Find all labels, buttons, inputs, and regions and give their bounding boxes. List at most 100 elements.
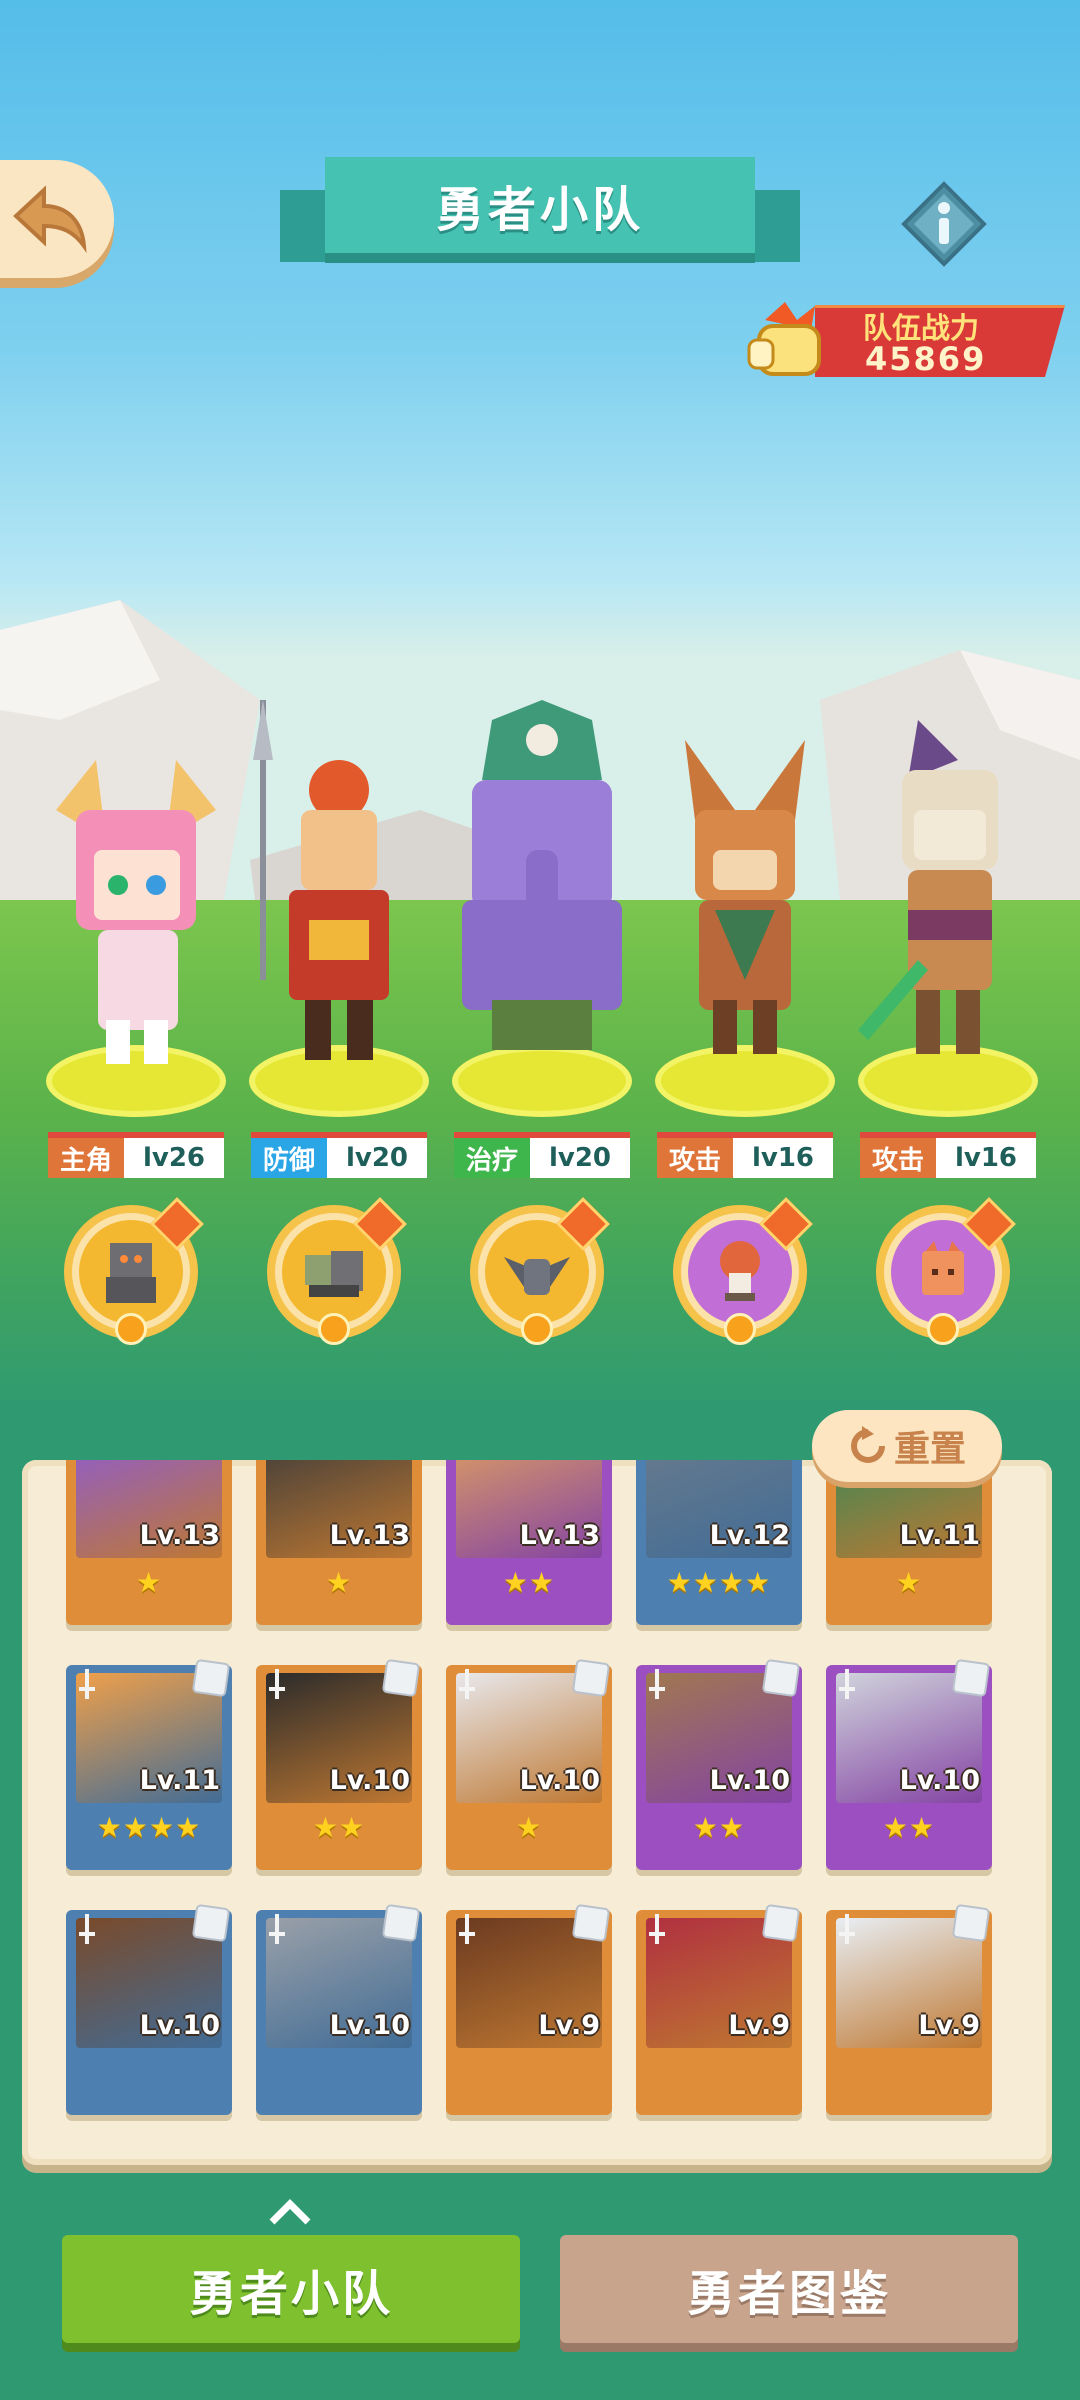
hammer-icon: [761, 1903, 801, 1943]
hero-card-level: Lv.9: [538, 2010, 600, 2041]
hero-card-level: Lv.10: [519, 1765, 600, 1796]
pet-slot-4[interactable]: [673, 1197, 813, 1345]
sword-icon: [76, 1669, 98, 1699]
hero-card[interactable]: Lv.10 ★: [446, 1658, 612, 1870]
hero-card-stars: ★: [325, 1566, 353, 1599]
hero-card[interactable]: Lv.13 ★: [256, 1460, 422, 1625]
reset-label: 重置: [893, 1429, 966, 1470]
sword-icon: [266, 1669, 288, 1699]
hero-level: lv16: [936, 1138, 1036, 1178]
chevron-up-icon: [269, 2199, 311, 2225]
sword-icon: [456, 1669, 478, 1699]
hero-card-level: Lv.13: [139, 1520, 220, 1551]
monkey-warrior-hero: [253, 700, 389, 1060]
hero-level: lv20: [327, 1138, 427, 1178]
hero-role: 主角: [48, 1138, 124, 1178]
hero-card[interactable]: Lv.11 ★★★★: [66, 1658, 232, 1870]
page-title: 勇者小队: [435, 182, 644, 238]
hero-card-level: Lv.11: [139, 1765, 220, 1796]
hero-card-stars: ★: [895, 1566, 923, 1599]
hero-level: lv16: [733, 1138, 833, 1178]
hero-slot-2[interactable]: 防御 lv20: [249, 700, 429, 1180]
title-banner: 勇者小队: [280, 157, 800, 277]
hammer-icon: [191, 1658, 231, 1698]
hero-slot-3[interactable]: 治疗 lv20: [452, 700, 632, 1180]
level-up-arrow-icon: [318, 1313, 350, 1345]
hero-card-level: Lv.10: [139, 2010, 220, 2041]
pet-slot-1[interactable]: [64, 1197, 204, 1345]
hero-role-tag: 防御 lv20: [251, 1132, 427, 1178]
hero-role-tag: 主角 lv26: [48, 1132, 224, 1178]
level-up-arrow-icon: [115, 1313, 147, 1345]
hero-roster-grid: Lv.13 ★ Lv.13 ★ Lv.13 ★★ Lv.12 ★★★★ Lv.11 ★ Lv.11 ★…: [22, 1460, 1052, 2165]
sword-icon: [76, 1914, 98, 1944]
hero-card-stars: ★: [135, 1566, 163, 1599]
hammer-icon: [761, 1658, 801, 1698]
hero-role: 治疗: [454, 1138, 530, 1178]
hero-card[interactable]: Lv.13 ★: [66, 1460, 232, 1625]
lynx-warrior-hero: [858, 720, 998, 1054]
hero-card[interactable]: Lv.12 ★★★★: [636, 1460, 802, 1625]
hero-card-level: Lv.10: [899, 1765, 980, 1796]
sword-icon: [266, 1914, 288, 1944]
level-up-arrow-icon: [927, 1313, 959, 1345]
hero-slot-5[interactable]: 攻击 lv16: [858, 700, 1038, 1180]
hero-level: lv20: [530, 1138, 630, 1178]
fist-power-icon: [747, 302, 821, 376]
info-button[interactable]: [900, 180, 988, 268]
hero-card-stars: ★★★★: [666, 1566, 772, 1599]
hero-role: 攻击: [860, 1138, 936, 1178]
hammer-icon: [191, 1903, 231, 1943]
hero-card[interactable]: Lv.10: [256, 1903, 422, 2115]
hero-card-level: Lv.10: [329, 1765, 410, 1796]
hero-card[interactable]: Lv.10: [66, 1903, 232, 2115]
hero-card-stars: ★★: [502, 1566, 556, 1599]
hero-card-level: Lv.11: [899, 1520, 980, 1551]
hero-role-tag: 攻击 lv16: [657, 1132, 833, 1178]
hero-slot-1[interactable]: 主角 lv26: [46, 700, 226, 1180]
hero-card[interactable]: Lv.11 ★: [826, 1460, 992, 1625]
hammer-icon: [381, 1658, 421, 1698]
elephant-shaman-hero: [462, 700, 622, 1050]
fox-archer-hero: [685, 740, 805, 1054]
pet-slot-3[interactable]: [470, 1197, 610, 1345]
pet-slot-5[interactable]: [876, 1197, 1016, 1345]
hero-role: 防御: [251, 1138, 327, 1178]
hero-card-level: Lv.9: [728, 2010, 790, 2041]
info-icon: [901, 181, 987, 267]
pet-slot-2[interactable]: [267, 1197, 407, 1345]
hero-card[interactable]: Lv.10 ★★: [826, 1658, 992, 1870]
hero-card[interactable]: Lv.9: [446, 1903, 612, 2115]
hero-card[interactable]: Lv.10 ★★: [256, 1658, 422, 1870]
hammer-icon: [951, 1658, 991, 1698]
back-button[interactable]: [0, 160, 114, 278]
hero-role-tag: 攻击 lv16: [860, 1132, 1036, 1178]
hero-card[interactable]: Lv.9: [636, 1903, 802, 2115]
hero-card-stars: ★: [515, 1811, 543, 1844]
hero-card-stars: ★★★★: [96, 1811, 202, 1844]
tab-hero-codex[interactable]: 勇者图鉴: [560, 2235, 1018, 2343]
team-power-panel: 队伍战力 45869: [745, 285, 1075, 395]
hero-slot-4[interactable]: 攻击 lv16: [655, 700, 835, 1180]
hero-card-level: Lv.9: [918, 2010, 980, 2041]
tab-hero-squad[interactable]: 勇者小队: [62, 2235, 520, 2343]
hammer-icon: [571, 1903, 611, 1943]
reset-button[interactable]: 重置: [812, 1410, 1002, 1482]
hero-role: 攻击: [657, 1138, 733, 1178]
hero-level: lv26: [124, 1138, 224, 1178]
hero-card-level: Lv.10: [329, 2010, 410, 2041]
hero-card[interactable]: Lv.13 ★★: [446, 1460, 612, 1625]
hero-card[interactable]: Lv.9: [826, 1903, 992, 2115]
sword-icon: [646, 1914, 668, 1944]
tab-hero-codex-label: 勇者图鉴: [686, 2266, 891, 2322]
hero-card-stars: ★★: [882, 1811, 936, 1844]
team-power-value: 45869: [865, 340, 987, 378]
hero-card[interactable]: Lv.10 ★★: [636, 1658, 802, 1870]
sword-icon: [836, 1669, 858, 1699]
hero-card-level: Lv.13: [329, 1520, 410, 1551]
sword-icon: [456, 1914, 478, 1944]
level-up-arrow-icon: [724, 1313, 756, 1345]
title-plate: 勇者小队: [325, 157, 755, 253]
hammer-icon: [571, 1658, 611, 1698]
hero-role-tag: 治疗 lv20: [454, 1132, 630, 1178]
